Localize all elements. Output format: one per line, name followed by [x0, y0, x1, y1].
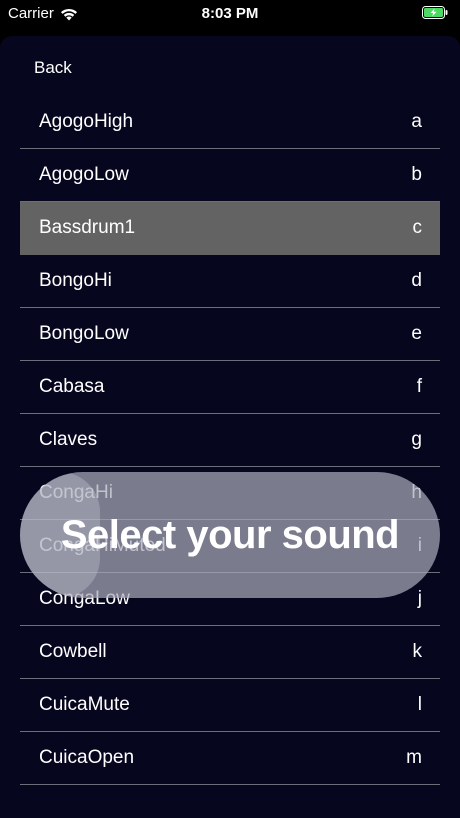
sound-row[interactable]: Claves g	[20, 414, 440, 467]
sound-row[interactable]: Cabasa f	[20, 361, 440, 414]
sound-name: Claves	[39, 429, 98, 450]
sound-key: e	[411, 323, 422, 344]
sound-key: k	[412, 641, 423, 662]
sound-picker-sheet: Back AgogoHigh a AgogoLow b Bassdrum1 c BongoH…	[0, 36, 460, 818]
sound-key: f	[416, 376, 422, 397]
sound-key: c	[412, 217, 423, 238]
status-bar-time: 8:03 PM	[201, 5, 259, 22]
sound-key: g	[411, 429, 422, 450]
sound-name: BongoLow	[39, 323, 129, 344]
sound-row[interactable]: CuicaMute l	[20, 679, 440, 732]
toast-overlay: Select your sound	[20, 472, 440, 598]
sound-name: AgogoHigh	[39, 111, 134, 132]
sound-key: d	[411, 270, 422, 291]
toast-message: Select your sound	[60, 512, 400, 557]
sound-name: Cowbell	[39, 641, 107, 662]
sound-name: BongoHi	[39, 270, 112, 291]
sound-key: a	[411, 111, 422, 132]
sound-name: Cabasa	[39, 376, 105, 397]
sound-name: CuicaMute	[39, 694, 130, 715]
battery-charging-icon	[422, 6, 448, 19]
sound-name: CuicaOpen	[39, 747, 135, 768]
sound-key: l	[417, 694, 422, 715]
status-bar: Carrier 8:03 PM	[0, 0, 460, 26]
sound-row[interactable]: BongoHi d	[20, 255, 440, 308]
sound-key: b	[411, 164, 422, 185]
sound-row[interactable]: AgogoHigh a	[20, 96, 440, 149]
sound-key: m	[406, 747, 422, 768]
sound-row[interactable]: CuicaOpen m	[20, 732, 440, 785]
sound-row[interactable]: AgogoLow b	[20, 149, 440, 202]
sound-list: AgogoHigh a AgogoLow b Bassdrum1 c BongoHi d Bon…	[20, 96, 440, 785]
sound-key: j	[417, 588, 422, 609]
back-button[interactable]: Back	[34, 58, 72, 78]
sound-row[interactable]: BongoLow e	[20, 308, 440, 361]
sound-row[interactable]: Cowbell k	[20, 626, 440, 679]
sound-name: Bassdrum1	[39, 217, 136, 238]
sound-row[interactable]: Bassdrum1 c	[20, 202, 440, 255]
sound-name: AgogoLow	[39, 164, 129, 185]
